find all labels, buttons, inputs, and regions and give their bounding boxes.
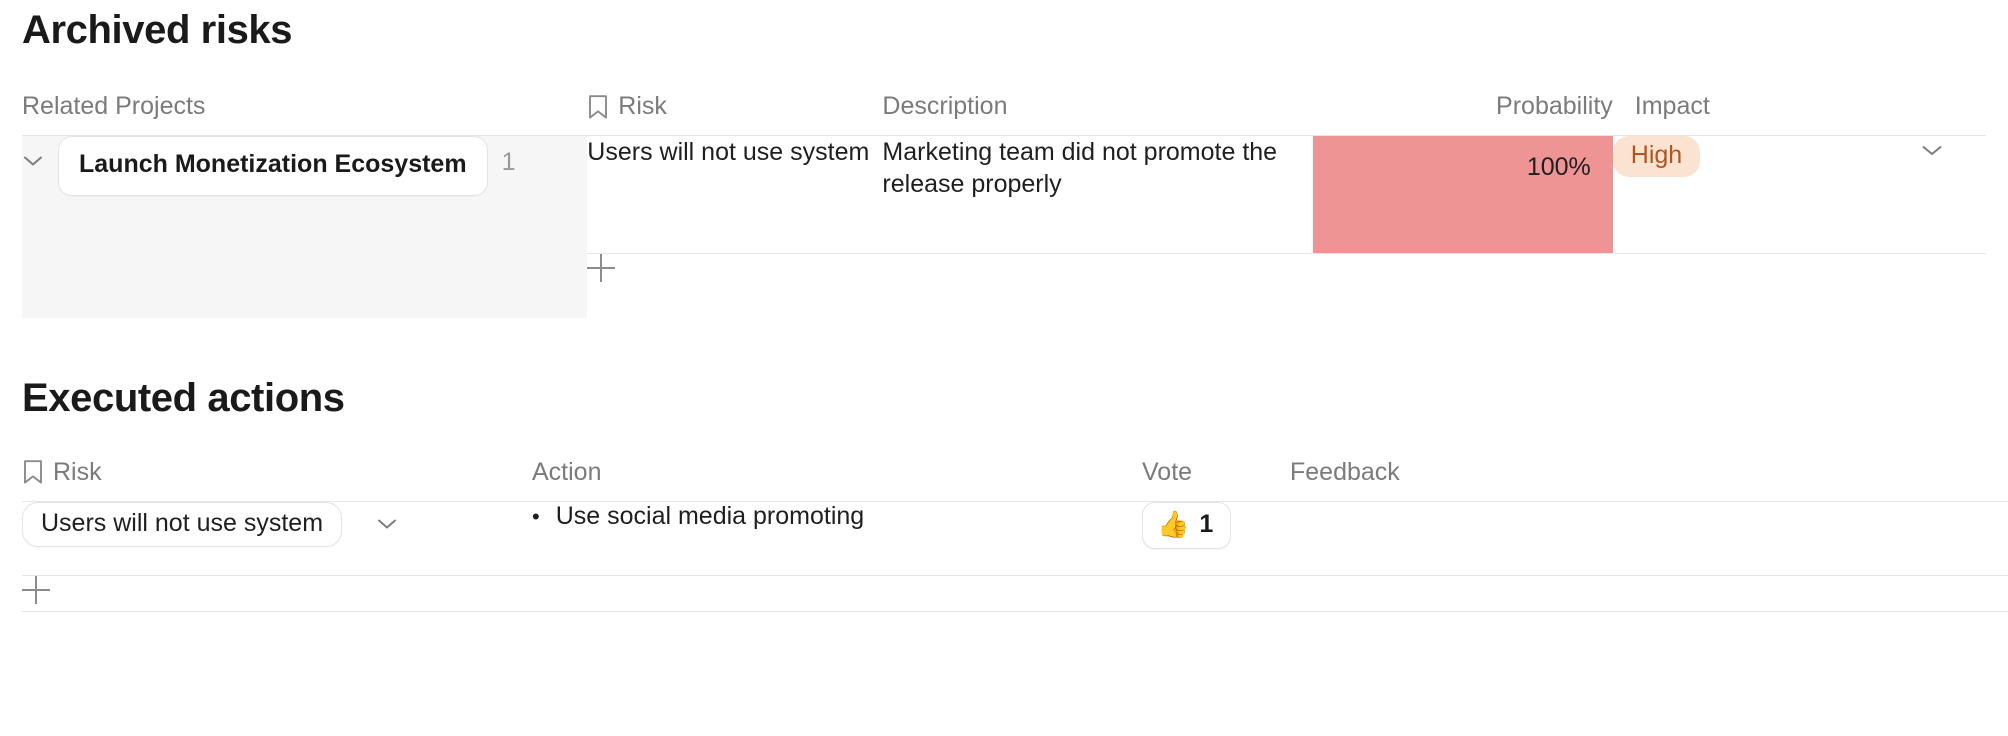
column-header-action-risk[interactable]: Risk — [22, 457, 532, 502]
action-risk-cell[interactable]: Users will not use system — [22, 501, 532, 576]
vote-button[interactable]: 👍 1 — [1142, 501, 1232, 549]
column-header-spacer — [1877, 92, 1986, 136]
add-action-cell[interactable] — [22, 575, 532, 612]
column-header-vote[interactable]: Vote — [1142, 457, 1290, 502]
add-action-spacer-2 — [1142, 575, 1290, 612]
page-root: Archived risks Related Projects Risk Des… — [0, 0, 2008, 612]
add-row-spacer-1 — [882, 254, 1312, 318]
executed-actions-table: Risk Action Vote Feedback Users will not… — [22, 457, 2008, 612]
page-title-executed-actions: Executed actions — [22, 375, 345, 420]
column-header-risk-label: Risk — [618, 92, 667, 120]
action-cell[interactable]: • Use social media promoting — [532, 501, 1142, 576]
probability-cell[interactable]: 100% — [1312, 135, 1613, 254]
action-text: Use social media promoting — [555, 501, 865, 530]
project-pill[interactable]: Launch Monetization Ecosystem — [58, 136, 488, 196]
chevron-down-icon[interactable] — [22, 136, 44, 168]
related-projects-cell[interactable]: Launch Monetization Ecosystem 1 — [22, 135, 588, 318]
add-row-spacer-3 — [1613, 254, 1878, 318]
column-header-action[interactable]: Action — [532, 457, 1142, 502]
column-header-related-projects-label: Related Projects — [22, 92, 206, 120]
vote-cell[interactable]: 👍 1 — [1142, 501, 1290, 576]
add-action-spacer-1 — [532, 575, 1142, 612]
column-header-impact[interactable]: Impact — [1612, 92, 1878, 136]
feedback-cell[interactable] — [1290, 501, 2008, 576]
add-row-spacer-2 — [1313, 254, 1613, 318]
column-header-description-label: Description — [882, 92, 1008, 120]
executed-actions-header-row: Risk Action Vote Feedback — [22, 457, 2008, 502]
bullet-icon: • — [532, 503, 540, 529]
column-header-action-risk-label: Risk — [53, 457, 102, 486]
column-header-probability[interactable]: Probability — [1312, 92, 1613, 136]
plus-icon[interactable] — [22, 575, 50, 604]
risk-cell[interactable]: Users will not use system — [587, 135, 883, 254]
column-header-risk[interactable]: Risk — [587, 92, 883, 136]
bookmark-icon — [587, 94, 609, 120]
risk-pill[interactable]: Users will not use system — [22, 501, 343, 547]
chevron-down-icon[interactable] — [376, 517, 398, 531]
column-header-impact-label: Impact — [1634, 92, 1710, 120]
column-header-probability-label: Probability — [1496, 92, 1613, 120]
bookmark-icon — [22, 459, 44, 485]
add-action-row — [22, 575, 2008, 612]
impact-cell[interactable]: High — [1612, 135, 1878, 254]
chevron-down-icon[interactable] — [1920, 143, 1944, 158]
plus-icon[interactable] — [587, 254, 616, 282]
column-header-description[interactable]: Description — [882, 92, 1313, 136]
row-expand-cell[interactable] — [1877, 135, 1986, 254]
add-risk-cell[interactable] — [587, 254, 882, 318]
column-header-vote-label: Vote — [1142, 457, 1193, 486]
table-row: Users will not use system • Use social m… — [22, 501, 2008, 576]
table-row: Launch Monetization Ecosystem 1 Users wi… — [22, 135, 1986, 318]
column-header-action-label: Action — [532, 457, 602, 486]
column-header-feedback[interactable]: Feedback — [1290, 457, 2008, 502]
archived-risks-header-row: Related Projects Risk Description Probab… — [22, 92, 1986, 136]
description-cell[interactable]: Marketing team did not promote the relea… — [882, 135, 1313, 254]
add-action-spacer-3 — [1290, 575, 2008, 612]
column-header-related-projects[interactable]: Related Projects — [22, 92, 588, 136]
probability-value: 100% — [1312, 136, 1613, 253]
status-badge-impact[interactable]: High — [1612, 136, 1701, 177]
add-row-spacer-4 — [1878, 254, 1986, 318]
archived-risks-table: Related Projects Risk Description Probab… — [22, 92, 1986, 318]
thumbs-up-icon: 👍 — [1157, 509, 1190, 539]
project-count: 1 — [501, 148, 516, 176]
page-title-archived-risks: Archived risks — [22, 8, 293, 52]
vote-count: 1 — [1199, 509, 1214, 538]
column-header-feedback-label: Feedback — [1290, 457, 1400, 486]
